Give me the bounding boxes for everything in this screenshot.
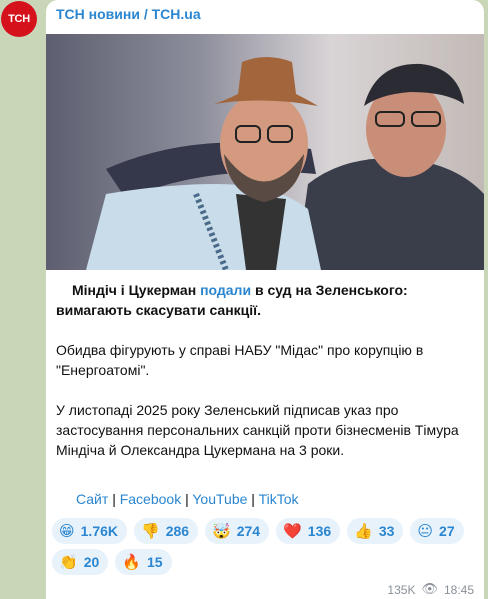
message-meta: 135K 👁 18:45 [387,582,474,597]
post-text: Міндіч і Цукерман подали в суд на Зеленс… [56,280,476,460]
reaction-mind-blown[interactable]: 🤯 274 [205,518,270,544]
reaction-grin[interactable]: 😁 1.76K [52,518,127,544]
clap-icon: 👏 [59,553,78,571]
reaction-count: 15 [146,554,163,570]
photo-illustration [46,34,484,270]
social-links: Сайт | Facebook | YouTube | TikTok [76,491,299,507]
link-separator: | [112,491,116,507]
headline-part1: Міндіч і Цукерман [72,282,201,298]
mind-blown-icon: 🤯 [212,522,231,540]
reaction-clap[interactable]: 👏 20 [52,549,109,575]
reaction-fire[interactable]: 🔥 15 [115,549,172,575]
avatar-logo-text: ТСН [8,13,30,25]
message-bubble: ТСН новини / TCH.ua Міндіч і Цукерман по… [46,0,484,599]
channel-name[interactable]: ТСН новини / TCH.ua [56,6,201,22]
neutral-face-icon: 😐 [417,522,434,540]
link-site[interactable]: Сайт [76,491,108,507]
link-separator: | [251,491,255,507]
channel-avatar[interactable]: ТСН [1,1,37,37]
reaction-count: 136 [307,523,332,539]
reaction-count: 286 [165,523,190,539]
message-time: 18:45 [443,582,474,597]
heart-icon: ❤️ [283,522,302,540]
reaction-thumbs-up[interactable]: 👍 33 [347,518,404,544]
link-tiktok[interactable]: TikTok [259,491,299,507]
reaction-count: 1.76K [80,523,118,539]
link-facebook[interactable]: Facebook [120,491,181,507]
reaction-count: 27 [439,523,455,539]
link-separator: | [185,491,189,507]
thumbs-down-icon: 👎 [141,522,160,540]
fire-icon: 🔥 [122,553,141,571]
reaction-count: 20 [83,554,100,570]
reaction-count: 274 [236,523,261,539]
view-count: 135K [387,582,416,597]
grin-icon: 😁 [59,522,75,540]
reaction-heart[interactable]: ❤️ 136 [276,518,341,544]
reactions-bar: 😁 1.76K 👎 286 🤯 274 ❤️ 136 👍 33 😐 27 👏 20 🔥 15 [52,518,472,575]
post-paragraph-3: У листопаді 2025 року Зеленський підписа… [56,402,459,458]
link-youtube[interactable]: YouTube [192,491,247,507]
post-photo[interactable] [46,34,484,270]
headline-link[interactable]: подали [200,282,251,298]
reaction-thumbs-down[interactable]: 👎 286 [134,518,199,544]
reaction-count: 33 [378,523,395,539]
post-paragraph-2: Обидва фігурують у справі НАБУ "Мідас" п… [56,342,424,378]
post-headline: Міндіч і Цукерман подали в суд на Зеленс… [56,280,476,320]
thumbs-up-icon: 👍 [354,522,373,540]
reaction-neutral-face[interactable]: 😐 27 [410,518,464,544]
eye-icon: 👁 [421,582,438,597]
